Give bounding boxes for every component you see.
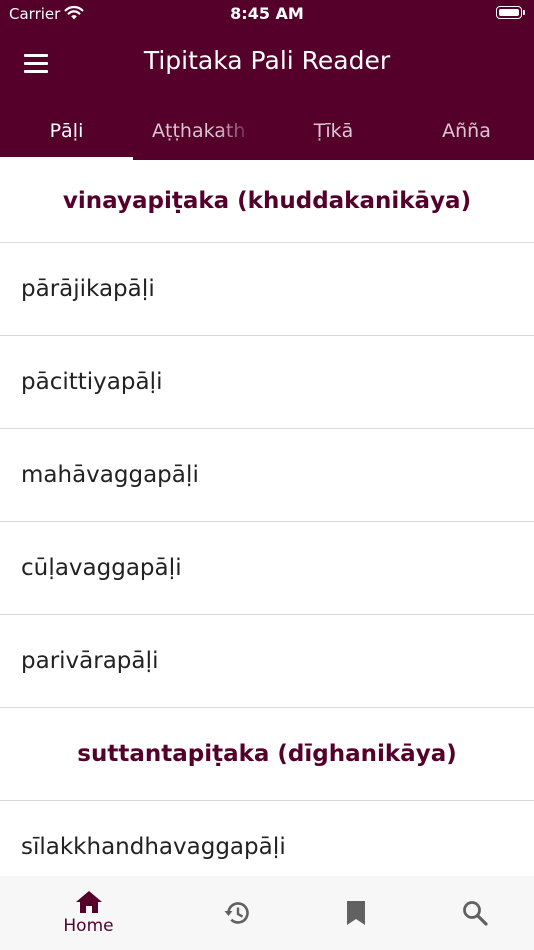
battery-cap <box>523 10 525 15</box>
bookmark-icon <box>346 901 365 925</box>
tab-label: Ṭīkā <box>313 119 354 142</box>
list-item[interactable]: parivārapāḷi <box>0 615 534 708</box>
page-title: Tipitaka Pali Reader <box>143 46 391 75</box>
list-item[interactable]: mahāvaggapāḷi <box>0 429 534 522</box>
section-header: vinayapiṭaka (khuddakanikāya) <box>0 160 534 243</box>
tab-pali[interactable]: Pāḷi <box>0 104 133 157</box>
tab-bar: Pāḷi Aṭṭhakathā Ṭīkā Añña <box>0 104 534 160</box>
list-item[interactable]: pārājikapāḷi <box>0 243 534 336</box>
list-item-label: sīlakkhandhavaggapāḷi <box>21 834 286 860</box>
list-item[interactable]: pācittiyapāḷi <box>0 336 534 429</box>
status-bar: Carrier 8:45 AM <box>0 0 534 28</box>
nav-search[interactable] <box>408 876 534 950</box>
battery-icon <box>496 6 522 19</box>
tab-label: Aṭṭhakathā <box>152 119 247 142</box>
nav-history[interactable] <box>170 876 303 950</box>
section-header: suttantapiṭaka (dīghanikāya) <box>0 708 534 801</box>
list-item-label: pārājikapāḷi <box>21 276 155 302</box>
history-icon <box>224 902 249 924</box>
list-item[interactable]: sīlakkhandhavaggapāḷi <box>0 801 534 876</box>
list-item-label: cūḷavaggapāḷi <box>21 555 182 581</box>
list-item[interactable]: cūḷavaggapāḷi <box>0 522 534 615</box>
nav-bookmarks[interactable] <box>289 876 422 950</box>
nav-home[interactable]: Home <box>22 876 155 950</box>
tab-label: Pāḷi <box>49 119 84 142</box>
tab-atthakatha[interactable]: Aṭṭhakathā <box>133 104 266 157</box>
bottom-navigation: Home <box>0 876 534 950</box>
search-icon <box>462 901 488 926</box>
tab-tika[interactable]: Ṭīkā <box>267 104 400 157</box>
home-icon <box>75 891 102 913</box>
list-item-label: pācittiyapāḷi <box>21 369 163 395</box>
section-title: vinayapiṭaka (khuddakanikāya) <box>62 188 472 214</box>
list-item-label: mahāvaggapāḷi <box>21 462 199 488</box>
list-item-label: parivārapāḷi <box>21 648 159 674</box>
tab-anna[interactable]: Añña <box>400 104 533 157</box>
status-time: 8:45 AM <box>230 4 304 23</box>
section-title: suttantapiṭaka (dīghanikāya) <box>77 741 457 767</box>
app-bar: Carrier 8:45 AM Tipitaka Pali Reader Pāḷ… <box>0 0 534 160</box>
nav-home-label: Home <box>63 916 114 936</box>
tab-label: Añña <box>442 119 491 142</box>
book-list: vinayapiṭaka (khuddakanikāya) pārājikapā… <box>0 160 534 876</box>
